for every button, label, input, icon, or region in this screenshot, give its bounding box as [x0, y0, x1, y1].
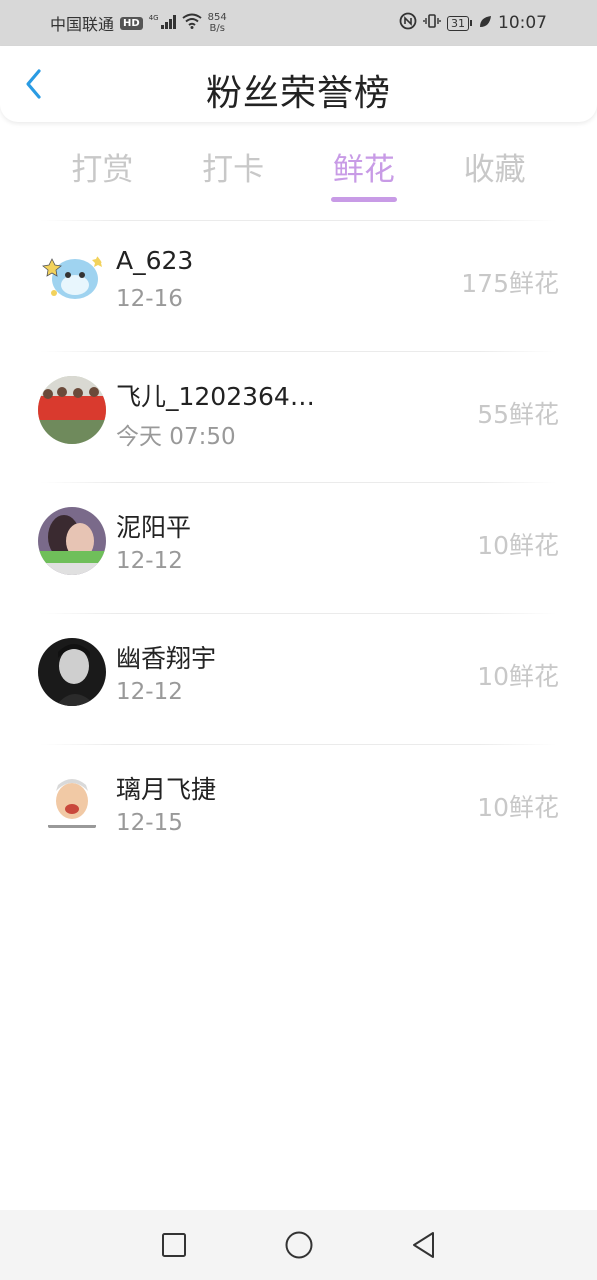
network-gen-label: 4G	[148, 13, 159, 22]
status-right: 31 10:07	[399, 12, 547, 34]
tab-flowers[interactable]: 鲜花	[299, 140, 430, 206]
hd-badge: HD	[120, 16, 143, 30]
network-speed: 854 B/s	[208, 12, 227, 34]
wifi-icon	[182, 13, 202, 33]
tab-checkin[interactable]: 打卡	[168, 140, 299, 206]
back-nav-button[interactable]	[409, 1230, 439, 1260]
triangle-back-icon	[412, 1232, 434, 1258]
carrier-label: 中国联通	[50, 15, 115, 34]
fan-name: 泥阳平	[116, 513, 192, 542]
fan-date: 12-15	[116, 810, 183, 836]
list-item[interactable]: A_623 12-16 175鲜花	[0, 220, 597, 351]
list-item[interactable]: 泥阳平 12-12 10鲜花	[0, 482, 597, 613]
speed-value: 854	[207, 12, 227, 23]
vibrate-icon	[423, 12, 441, 34]
divider	[40, 744, 557, 745]
flower-count: 10鲜花	[477, 531, 559, 560]
cartoon-avatar[interactable]	[38, 245, 106, 313]
fan-name: A_623	[116, 246, 194, 275]
divider	[40, 613, 557, 614]
divider	[40, 482, 557, 483]
clock: 10:07	[498, 13, 547, 33]
flower-count: 55鲜花	[477, 400, 559, 429]
leaf-icon	[478, 14, 492, 33]
status-left: 中国联通 HD 4G 854 B/s	[50, 11, 227, 35]
battery-level: 31	[447, 15, 469, 31]
tab-reward[interactable]: 打赏	[37, 140, 168, 206]
speed-unit: B/s	[209, 23, 225, 34]
fan-date: 今天 07:50	[116, 424, 236, 450]
group-photo-avatar[interactable]	[38, 376, 106, 444]
portrait-avatar[interactable]	[38, 507, 106, 575]
fan-name: 幽香翔宇	[116, 644, 217, 673]
fan-date: 12-16	[116, 286, 183, 312]
nfc-icon	[399, 12, 417, 34]
tab-bar: 打赏 打卡 鲜花 收藏	[37, 140, 560, 206]
flower-count: 10鲜花	[477, 662, 559, 691]
fan-date: 12-12	[116, 548, 183, 574]
tab-favorites[interactable]: 收藏	[429, 140, 560, 206]
fan-name: 璃月飞捷	[116, 775, 217, 804]
fan-date: 12-12	[116, 679, 183, 705]
divider	[40, 220, 557, 221]
status-bar: 中国联通 HD 4G 854 B/s 31 10:07	[0, 0, 597, 46]
header: 粉丝荣誉榜	[0, 46, 597, 122]
circle-icon	[285, 1231, 312, 1259]
fan-ranking-list: A_623 12-16 175鲜花 飞儿_1202364… 今天 07:50 5…	[0, 220, 597, 875]
system-nav-bar	[0, 1210, 597, 1280]
flower-count: 10鲜花	[477, 793, 559, 822]
list-item[interactable]: 幽香翔宇 12-12 10鲜花	[0, 613, 597, 744]
recents-button[interactable]	[159, 1230, 189, 1260]
battery-icon: 31	[447, 15, 472, 31]
list-item[interactable]: 璃月飞捷 12-15 10鲜花	[0, 744, 597, 875]
flower-count: 175鲜花	[461, 269, 559, 298]
square-icon	[161, 1233, 186, 1257]
signal-icon: 4G	[149, 14, 176, 33]
home-button[interactable]	[284, 1230, 314, 1260]
list-item[interactable]: 飞儿_1202364… 今天 07:50 55鲜花	[0, 351, 597, 482]
sticker-avatar[interactable]	[38, 769, 106, 837]
page-title: 粉丝荣誉榜	[205, 73, 391, 114]
divider	[40, 351, 557, 352]
dark-portrait-avatar[interactable]	[38, 638, 106, 706]
fan-name: 飞儿_1202364…	[116, 382, 315, 411]
